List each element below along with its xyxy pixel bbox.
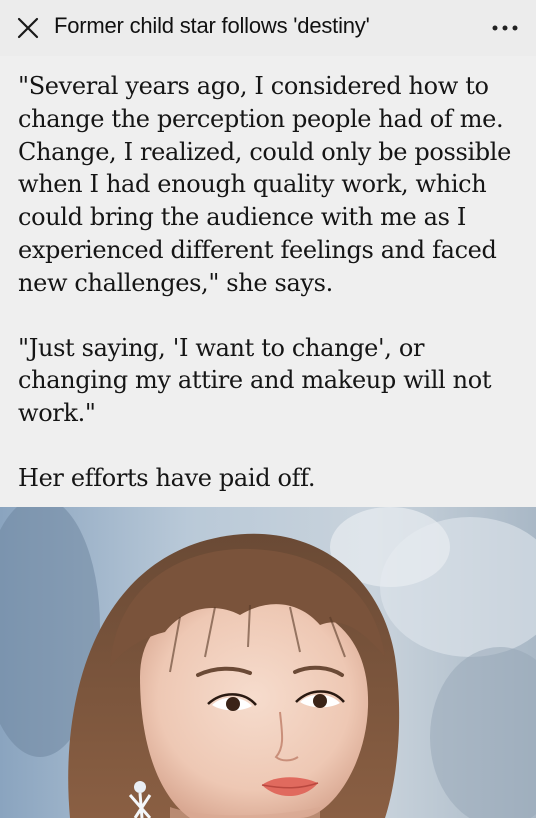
article-paragraph: Her efforts have paid off. [18,463,316,492]
portrait-image [0,507,536,818]
article-photo [0,507,536,818]
article-body: "Several years ago, I considered how to … [18,70,523,527]
more-options-button[interactable] [488,14,522,42]
close-icon [17,17,39,39]
article-title: Former child star follows 'destiny' [54,13,370,38]
article-paragraph: "Several years ago, I considered how to … [18,72,511,297]
top-bar: Former child star follows 'destiny' [0,0,536,56]
more-options-icon [492,25,518,31]
close-button[interactable] [14,14,42,42]
article-paragraph: "Just saying, 'I want to change', or cha… [18,333,492,428]
